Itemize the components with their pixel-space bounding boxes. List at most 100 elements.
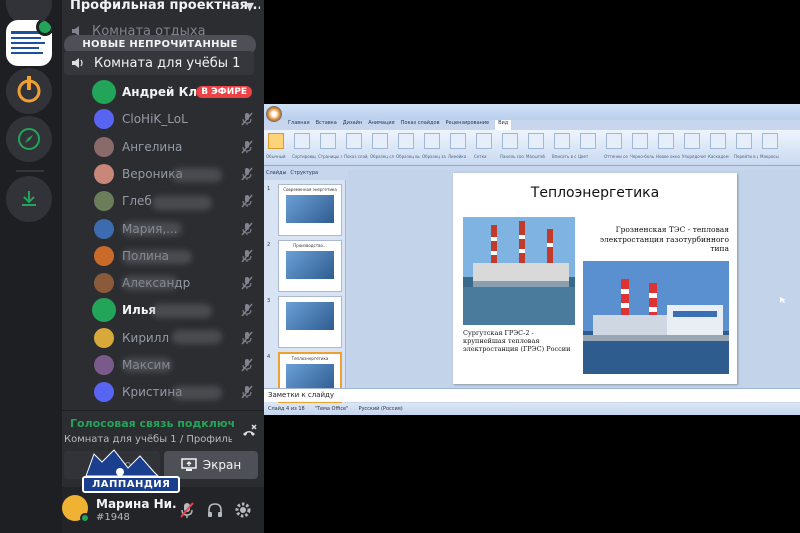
ribbon-button[interactable] xyxy=(372,133,388,149)
ribbon-tab[interactable]: Рецензирование xyxy=(446,120,490,130)
ribbon-button[interactable] xyxy=(632,133,648,149)
voice-channel-study-1[interactable]: Комната для учёбы 1 xyxy=(64,51,254,75)
download-icon xyxy=(22,191,36,206)
notes-pane[interactable]: Заметки к слайду xyxy=(264,388,800,402)
activity-icon[interactable] xyxy=(6,68,52,114)
server-rail xyxy=(0,0,62,533)
participant-name: CloHiK_LoL xyxy=(122,112,188,127)
explore-servers-button[interactable] xyxy=(6,116,52,162)
ribbon-button-label: Образец слайдов xyxy=(370,154,394,159)
caption-surgut: Сургутская ГРЭС-2 - крупнейшая тепловая … xyxy=(463,329,571,353)
avatar xyxy=(94,109,114,130)
voice-participant[interactable]: Андрей Кл...В ЭФИРЕ xyxy=(94,80,254,104)
ribbon-button[interactable] xyxy=(658,133,674,149)
mic-muted-icon xyxy=(241,222,253,235)
ribbon-button[interactable] xyxy=(320,133,336,149)
mic-muted-icon xyxy=(241,358,253,372)
ribbon-button[interactable] xyxy=(736,133,752,149)
ribbon-button[interactable] xyxy=(450,133,466,149)
ribbon-tab[interactable]: Главная xyxy=(288,120,310,130)
thumbnail-title: Производство... xyxy=(293,243,327,248)
ribbon-button-label: Упорядочить все xyxy=(682,154,706,159)
ribbon-button[interactable] xyxy=(528,133,544,149)
slide-thumbnail[interactable]: Производство... xyxy=(278,240,342,292)
name-blur xyxy=(172,330,222,344)
download-apps-button[interactable] xyxy=(6,176,52,222)
mic-muted-icon xyxy=(241,167,253,181)
headphones-icon[interactable] xyxy=(206,501,224,519)
voice-channel-label: Комната для учёбы 1 xyxy=(94,55,241,71)
ribbon-button-label: Линейка xyxy=(448,154,467,159)
voice-participant[interactable]: CloHiK_LoL xyxy=(94,107,254,131)
mic-muted-icon xyxy=(241,303,253,317)
thumbnail-title: Теплоэнергетика xyxy=(291,356,329,361)
gear-icon[interactable] xyxy=(234,501,252,519)
ribbon-tab[interactable]: Анимация xyxy=(368,120,394,130)
avatar xyxy=(94,300,114,321)
speaker-icon xyxy=(72,58,83,68)
status-item: Слайд 4 из 18 xyxy=(268,406,305,412)
ribbon-button-label: Черно-белый xyxy=(630,154,654,159)
server-icon-school[interactable] xyxy=(6,20,52,66)
ribbon-button[interactable] xyxy=(502,133,518,149)
ribbon-tab[interactable]: Вставка xyxy=(316,120,337,130)
thumbnail-image xyxy=(286,195,334,223)
shared-screen-stream[interactable]: Главная Вставка Дизайн Анимация Показ слайдо… xyxy=(264,104,800,415)
rail-separator xyxy=(16,170,44,172)
ribbon-button[interactable] xyxy=(294,133,310,149)
ribbon-tab[interactable]: Показ слайдов xyxy=(401,120,440,130)
ribbon-button[interactable] xyxy=(580,133,596,149)
mic-muted-icon xyxy=(241,112,253,126)
voice-status[interactable]: Голосовая связь подключ... xyxy=(66,417,234,430)
ribbon-button[interactable] xyxy=(606,133,622,149)
ribbon-button[interactable] xyxy=(554,133,570,149)
name-blur xyxy=(152,304,212,318)
surgut-photo xyxy=(463,217,575,325)
mic-muted-icon xyxy=(241,331,253,345)
slide-canvas: Теплоэнергетика Сургутская ГРЭС-2 - круп… xyxy=(348,170,800,388)
ribbon-button[interactable] xyxy=(684,133,700,149)
online-status-dot xyxy=(80,513,90,523)
avatar xyxy=(94,218,114,239)
pane-tab[interactable]: Слайды xyxy=(266,170,286,179)
pane-tab[interactable]: Структура xyxy=(290,170,318,179)
screen-root: Профильная проектная ... ▼ Комната отдых… xyxy=(0,0,800,533)
ribbon-button-label: Панель сообщений xyxy=(500,154,524,159)
ribbon-tab[interactable]: Дизайн xyxy=(343,120,362,130)
slide-thumbnail[interactable] xyxy=(278,296,342,348)
status-item: "Тема Office" xyxy=(314,406,349,412)
ribbon-button[interactable] xyxy=(762,133,778,149)
ribbon-button[interactable] xyxy=(476,133,492,149)
speaker-badge-icon xyxy=(36,20,52,36)
mic-muted-icon[interactable] xyxy=(178,501,196,519)
thumbnail-title: Современная энергетика xyxy=(283,187,337,192)
watermark-label: ЛАППАНДИЯ xyxy=(82,476,181,493)
ribbon-button[interactable] xyxy=(710,133,726,149)
avatar xyxy=(94,382,114,403)
ribbon-button-label: Сортировщик слайдов xyxy=(292,154,316,159)
server-name-header[interactable]: Профильная проектная ... ▼ xyxy=(70,0,260,18)
live-badge: В ЭФИРЕ xyxy=(196,86,252,98)
ribbon-button-label: Цвет xyxy=(578,154,589,159)
avatar xyxy=(94,136,114,157)
thumbnail-number: 4 xyxy=(267,354,271,360)
disconnect-icon[interactable] xyxy=(240,423,258,441)
mic-muted-icon xyxy=(241,276,253,290)
voice-channel-subtitle[interactable]: Комната для учёбы 1 / Профиль... xyxy=(64,434,232,445)
ribbon-button-label: Макросы xyxy=(760,154,779,159)
ribbon-tab[interactable]: Вид xyxy=(495,120,512,130)
name-blur xyxy=(122,276,178,290)
voice-connection-panel: Голосовая связь подключ... Комната для у… xyxy=(62,410,264,450)
current-slide[interactable]: Теплоэнергетика Сургутская ГРЭС-2 - круп… xyxy=(453,173,737,384)
ribbon-button-label: Перейти в другое окно xyxy=(734,154,758,159)
ribbon-button-label: Страницы заметок xyxy=(318,154,342,159)
caption-grozny: Грозненская ТЭС - тепловая электростанци… xyxy=(599,225,729,253)
ribbon-button[interactable] xyxy=(398,133,414,149)
slide-thumbnail[interactable]: Современная энергетика xyxy=(278,184,342,236)
ribbon-button[interactable] xyxy=(346,133,362,149)
ribbon-button[interactable] xyxy=(424,133,440,149)
mouse-cursor-icon xyxy=(780,297,786,303)
voice-participant[interactable]: Ангелина xyxy=(94,135,254,159)
voice-participant[interactable]: Максим xyxy=(94,353,254,377)
ribbon-button[interactable] xyxy=(268,133,284,149)
